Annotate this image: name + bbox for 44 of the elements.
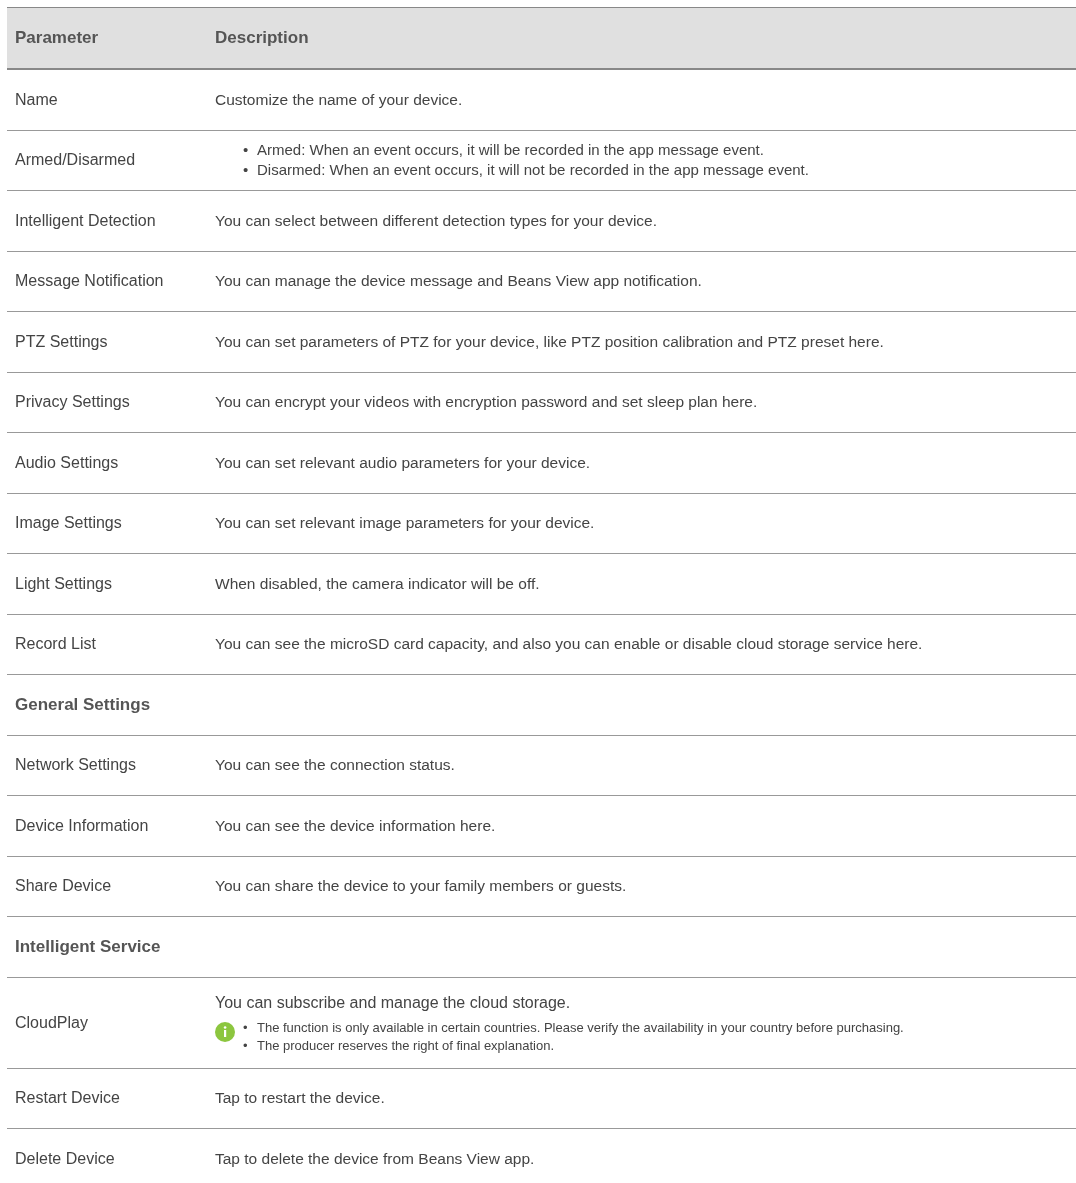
column-header: Description: [214, 27, 310, 50]
description-cell: You can see the microSD card capacity, and also you can enable or disable cloud storage service here.: [215, 635, 923, 653]
description-cell-text: You can subscribe and manage the cloud storage.: [215, 992, 572, 1013]
parameter-cell-text: PTZ Settings: [14, 331, 109, 352]
parameter-cell-text: CloudPlay: [14, 1012, 89, 1033]
parameter-cell-text: Share Device: [14, 876, 113, 897]
bullet-text: The producer reserves the right of final explanation.: [257, 1036, 554, 1055]
description-cell: You can set relevant image parameters for your device.: [215, 514, 595, 532]
bullet-text: Disarmed: When an event occurs, it will not be recorded in the app message event.: [257, 160, 809, 181]
bullet-marker: •: [243, 1018, 249, 1037]
parameter-cell-text: Record List: [14, 634, 97, 655]
section-heading: Intelligent Service: [14, 936, 161, 958]
parameter-cell-text: Privacy Settings: [14, 392, 131, 413]
parameter-cell-text: Message Notification: [14, 271, 165, 292]
description-cell: You can select between different detection types for your device.: [215, 211, 658, 229]
parameter-cell-text: Restart Device: [14, 1088, 121, 1109]
description-cell: Customize the name of your device.: [215, 90, 463, 108]
description-cell: You can share the device to your family members or guests.: [215, 877, 627, 895]
parameter-cell-text: Image Settings: [14, 513, 123, 534]
description-cell: You can set parameters of PTZ for your device, like PTZ position calibration and PTZ preset here.: [215, 332, 884, 350]
info-icon: [215, 1021, 235, 1042]
description-cell: You can see the device information here.: [215, 816, 496, 834]
description-cell: Tap to restart the device.: [215, 1089, 385, 1107]
description-cell: When disabled, the camera indicator will be off.: [215, 574, 540, 592]
parameter-cell-text: Armed/Disarmed: [14, 150, 137, 171]
description-cell: You can manage the device message and Beans View app notification.: [215, 272, 702, 290]
parameter-cell-text: Network Settings: [14, 755, 137, 776]
column-header: Parameter: [14, 27, 100, 50]
description-cell: You can encrypt your videos with encryption password and set sleep plan here.: [215, 393, 758, 411]
description-cell: You can see the connection status.: [215, 756, 455, 774]
bullet-marker: •: [243, 1036, 249, 1055]
parameter-cell-text: Audio Settings: [14, 452, 120, 473]
section-heading: General Settings: [14, 694, 151, 716]
description-cell: You can set relevant audio parameters for your device.: [215, 453, 591, 471]
bullet-marker: •: [243, 140, 250, 161]
parameter-cell-text: Device Information: [14, 815, 150, 836]
bullet-text: Armed: When an event occurs, it will be recorded in the app message event.: [257, 140, 764, 161]
parameter-cell-text: Light Settings: [14, 573, 113, 594]
bullet-text: The function is only available in certain countries. Please verify the availability in your country before purchasing.: [257, 1018, 904, 1037]
parameter-cell-text: Intelligent Detection: [14, 210, 157, 231]
description-cell: Tap to delete the device from Beans View app.: [215, 1149, 535, 1167]
bullet-marker: •: [243, 160, 250, 181]
parameter-cell-text: Delete Device: [14, 1148, 116, 1169]
parameter-cell-text: Name: [14, 89, 59, 110]
